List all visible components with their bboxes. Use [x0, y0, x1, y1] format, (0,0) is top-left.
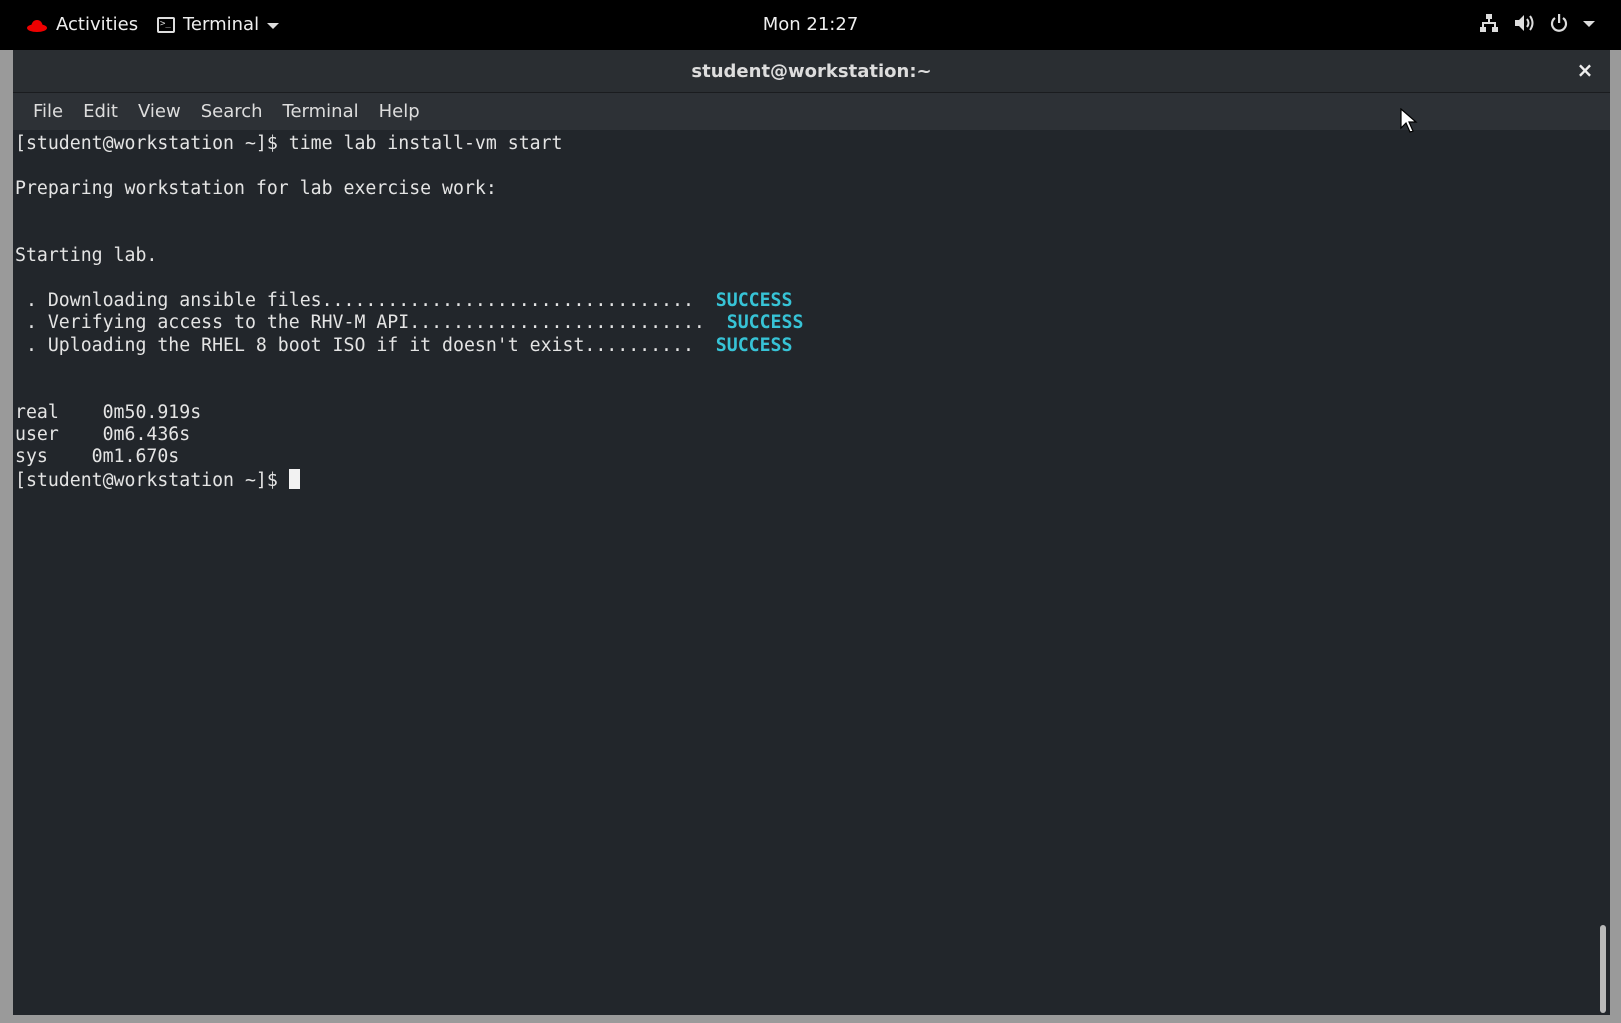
- text-cursor: [288, 468, 300, 489]
- terminal-line: Preparing workstation for lab exercise w…: [13, 178, 1596, 200]
- status-success: SUCCESS: [715, 334, 793, 356]
- scrollbar[interactable]: [1596, 130, 1610, 1015]
- terminal-line-text: [student@workstation ~]$ time lab instal…: [15, 133, 563, 154]
- terminal-output[interactable]: [student@workstation ~]$ time lab instal…: [13, 130, 1596, 1015]
- power-icon: [1550, 14, 1568, 32]
- status-success: SUCCESS: [715, 289, 793, 311]
- chevron-down-icon: [1583, 21, 1595, 27]
- activities-label: Activities: [56, 14, 139, 35]
- terminal-line-text: [student@workstation ~]$: [15, 469, 289, 491]
- terminal-line: user 0m6.436s: [13, 424, 1596, 446]
- terminal-line: [student@workstation ~]$ time lab instal…: [13, 133, 1596, 155]
- terminal-line-text: Preparing workstation for lab exercise w…: [15, 177, 497, 199]
- terminal-line-text: . Uploading the RHEL 8 boot ISO if it do…: [15, 334, 716, 356]
- menu-help[interactable]: Help: [369, 101, 430, 122]
- menu-search[interactable]: Search: [191, 101, 273, 122]
- terminal-line: Starting lab.: [13, 245, 1596, 267]
- chevron-down-icon: [267, 22, 280, 29]
- window-title: student@workstation:~: [691, 61, 932, 82]
- terminal-line-text: sys 0m1.670s: [15, 446, 180, 468]
- network-icon: [1480, 14, 1498, 32]
- close-icon[interactable]: ×: [1574, 59, 1596, 81]
- scrollbar-thumb[interactable]: [1600, 925, 1606, 1013]
- terminal-window: student@workstation:~ × File Edit View S…: [13, 50, 1610, 1015]
- menu-terminal[interactable]: Terminal: [273, 101, 369, 122]
- menu-bar: File Edit View Search Terminal Help: [13, 93, 1610, 130]
- activities-button[interactable]: Activities: [26, 14, 138, 35]
- status-success: SUCCESS: [726, 312, 804, 334]
- terminal-line: . Uploading the RHEL 8 boot ISO if it do…: [13, 335, 1596, 357]
- terminal-line-text: real 0m50.919s: [15, 401, 202, 423]
- app-menu-terminal[interactable]: >_ Terminal: [157, 14, 280, 35]
- app-menu-label: Terminal: [183, 14, 260, 35]
- mouse-pointer-icon: [1400, 108, 1418, 133]
- top-bar: Activities >_ Terminal Mon 21:27: [0, 0, 1621, 50]
- terminal-line-text: . Downloading ansible files.............…: [15, 289, 716, 311]
- terminal-line-text: user 0m6.436s: [15, 424, 191, 446]
- system-status-menu[interactable]: [1479, 13, 1595, 33]
- window-titlebar[interactable]: student@workstation:~ ×: [13, 50, 1610, 93]
- terminal-app-icon: >_: [157, 16, 175, 33]
- terminal-line: sys 0m1.670s: [13, 446, 1596, 468]
- redhat-logo-icon: [27, 19, 47, 32]
- menu-view[interactable]: View: [128, 101, 191, 122]
- terminal-line: . Downloading ansible files.............…: [13, 290, 1596, 312]
- terminal-line: [student@workstation ~]$: [13, 468, 1596, 491]
- menu-edit[interactable]: Edit: [73, 101, 128, 122]
- volume-icon: [1515, 15, 1534, 31]
- clock[interactable]: Mon 21:27: [763, 14, 859, 35]
- menu-file[interactable]: File: [23, 101, 73, 122]
- terminal-line: . Verifying access to the RHV-M API.....…: [13, 312, 1596, 334]
- terminal-line-text: Starting lab.: [15, 244, 158, 266]
- terminal-line: real 0m50.919s: [13, 402, 1596, 424]
- terminal-line-text: . Verifying access to the RHV-M API.....…: [15, 312, 727, 334]
